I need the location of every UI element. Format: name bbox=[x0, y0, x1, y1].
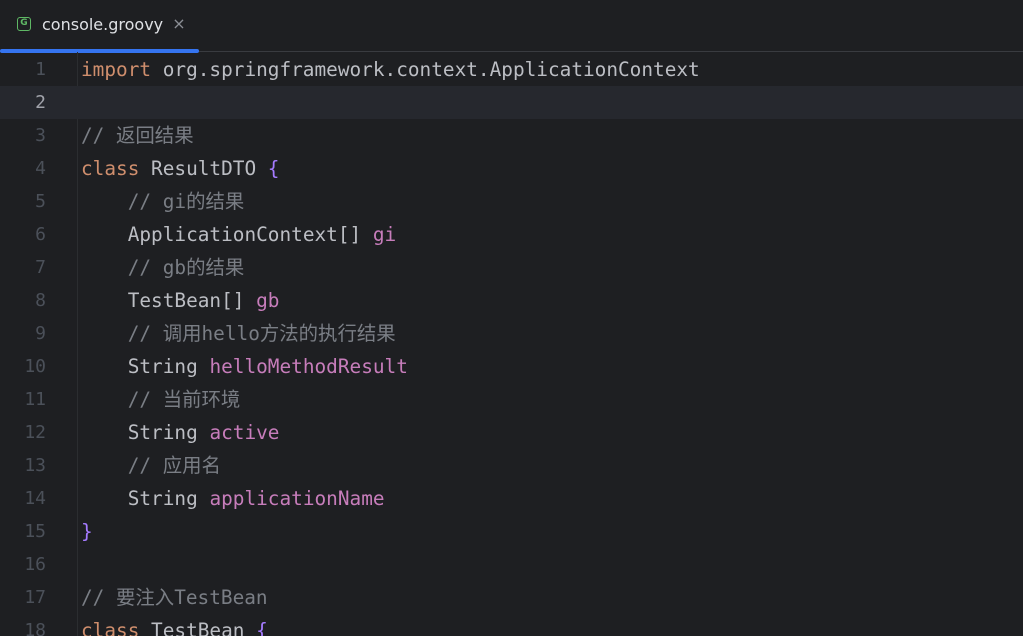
line-number: 11 bbox=[24, 389, 46, 410]
code-token-indent bbox=[81, 355, 128, 378]
code-token-indent bbox=[81, 388, 128, 411]
code-text[interactable]: String active bbox=[81, 416, 280, 449]
code-token-field: gi bbox=[372, 223, 397, 246]
code-token-plain: ApplicationContext[] bbox=[127, 223, 373, 246]
code-text[interactable]: ApplicationContext[] gi bbox=[81, 218, 397, 251]
line-number: 7 bbox=[35, 257, 46, 278]
code-token-field: gb bbox=[256, 289, 280, 312]
code-token-comment: // 返回结果 bbox=[81, 124, 194, 147]
code-text[interactable]: } bbox=[81, 515, 93, 548]
code-token-keyword: class bbox=[81, 157, 140, 180]
line-number: 3 bbox=[35, 125, 46, 146]
code-token-brace: } bbox=[81, 520, 93, 543]
code-line[interactable]: 9 // 调用hello方法的执行结果 bbox=[0, 317, 1023, 350]
code-token-indent bbox=[81, 322, 128, 345]
line-number: 16 bbox=[24, 554, 46, 575]
code-line[interactable]: 6 ApplicationContext[] gi bbox=[0, 218, 1023, 251]
code-token-comment: // 调用hello方法的执行结果 bbox=[127, 322, 396, 345]
code-token-indent bbox=[81, 487, 128, 510]
code-line[interactable]: 1 import org.springframework.context.Appl… bbox=[0, 53, 1023, 86]
code-line[interactable]: 3 // 返回结果 bbox=[0, 119, 1023, 152]
code-token-brace: { bbox=[256, 619, 268, 636]
code-line[interactable]: 7 // gb的结果 bbox=[0, 251, 1023, 284]
code-token-keyword: class bbox=[81, 619, 140, 636]
line-number: 8 bbox=[35, 290, 46, 311]
code-text[interactable]: // 应用名 bbox=[81, 449, 221, 482]
code-line[interactable]: 15} bbox=[0, 515, 1023, 548]
tab-console-groovy[interactable]: G console.groovy × bbox=[0, 0, 199, 53]
code-line[interactable]: 17 // 要注入TestBean bbox=[0, 581, 1023, 614]
code-text[interactable]: // gb的结果 bbox=[81, 251, 245, 284]
code-text[interactable]: // 要注入TestBean bbox=[81, 581, 268, 614]
editor-tab-bar: G console.groovy × bbox=[0, 0, 1023, 53]
code-token-plain: String bbox=[127, 421, 210, 444]
code-token-field: helloMethodResult bbox=[209, 355, 408, 378]
code-text[interactable]: String applicationName bbox=[81, 482, 385, 515]
code-text[interactable]: // 当前环境 bbox=[81, 383, 241, 416]
code-line[interactable]: 10 String helloMethodResult bbox=[0, 350, 1023, 383]
code-token-plain: String bbox=[127, 487, 210, 510]
code-line[interactable]: 13 // 应用名 bbox=[0, 449, 1023, 482]
code-token-plain: TestBean[] bbox=[127, 289, 257, 312]
code-token-plain: String bbox=[127, 355, 210, 378]
code-line[interactable]: 18 class TestBean { bbox=[0, 614, 1023, 636]
line-number: 13 bbox=[24, 455, 46, 476]
code-token-plain: ResultDTO bbox=[139, 157, 268, 180]
code-token-plain: TestBean bbox=[139, 619, 257, 636]
code-line[interactable]: 4 class ResultDTO { bbox=[0, 152, 1023, 185]
line-number: 10 bbox=[24, 356, 46, 377]
code-line[interactable]: 11 // 当前环境 bbox=[0, 383, 1023, 416]
code-line[interactable]: 2 bbox=[0, 86, 1023, 119]
line-number: 4 bbox=[35, 158, 46, 179]
code-text[interactable]: // gi的结果 bbox=[81, 185, 245, 218]
line-number: 15 bbox=[24, 521, 46, 542]
line-number: 9 bbox=[35, 323, 46, 344]
code-token-field: active bbox=[209, 421, 280, 444]
code-token-indent bbox=[81, 223, 128, 246]
code-text[interactable]: // 返回结果 bbox=[81, 119, 194, 152]
code-editor[interactable]: 1 import org.springframework.context.Appl… bbox=[0, 52, 1023, 636]
code-token-comment: // gb的结果 bbox=[127, 256, 245, 279]
line-number: 17 bbox=[24, 587, 46, 608]
line-number: 12 bbox=[24, 422, 46, 443]
code-token-indent bbox=[81, 289, 128, 312]
code-token-keyword: import bbox=[81, 58, 152, 81]
code-token-brace: { bbox=[267, 157, 280, 180]
code-line[interactable]: 8 TestBean[] gb bbox=[0, 284, 1023, 317]
code-text[interactable]: // 调用hello方法的执行结果 bbox=[81, 317, 396, 350]
code-text[interactable]: import org.springframework.context.Appli… bbox=[81, 53, 700, 86]
code-text[interactable]: class TestBean { bbox=[81, 614, 268, 636]
line-number: 18 bbox=[24, 620, 46, 636]
code-token-comment: // 要注入TestBean bbox=[81, 586, 268, 609]
code-token-indent bbox=[81, 421, 128, 444]
groovy-file-icon: G bbox=[17, 17, 31, 31]
tab-label: console.groovy bbox=[42, 15, 164, 34]
code-line[interactable]: 5 // gi的结果 bbox=[0, 185, 1023, 218]
code-text[interactable]: class ResultDTO { bbox=[81, 152, 279, 185]
code-token-comment: // gi的结果 bbox=[127, 190, 245, 213]
code-token-indent bbox=[81, 256, 128, 279]
code-line[interactable]: 16 bbox=[0, 548, 1023, 581]
code-token-indent bbox=[81, 190, 128, 213]
code-text[interactable]: TestBean[] gb bbox=[81, 284, 280, 317]
code-token-field: applicationName bbox=[209, 487, 385, 510]
close-icon[interactable]: × bbox=[171, 14, 187, 34]
code-token-comment: // 应用名 bbox=[127, 454, 221, 477]
code-token-plain: org.springframework.context.ApplicationC… bbox=[151, 58, 700, 81]
code-token-indent bbox=[81, 454, 128, 477]
code-text[interactable]: String helloMethodResult bbox=[81, 350, 408, 383]
line-number: 6 bbox=[35, 224, 46, 245]
line-number: 2 bbox=[35, 92, 46, 113]
code-line[interactable]: 14 String applicationName bbox=[0, 482, 1023, 515]
code-token-comment: // 当前环境 bbox=[127, 388, 241, 411]
line-number: 14 bbox=[24, 488, 46, 509]
line-number: 5 bbox=[35, 191, 46, 212]
line-number: 1 bbox=[35, 59, 46, 80]
code-line[interactable]: 12 String active bbox=[0, 416, 1023, 449]
